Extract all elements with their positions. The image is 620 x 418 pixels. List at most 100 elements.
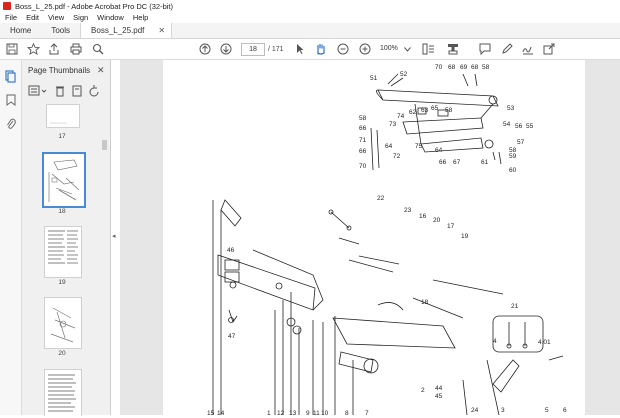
tab-document[interactable]: Boss_L_25.pdf ✕ [80,23,173,38]
panel-toolbar [28,84,108,98]
callout-57: 57 [517,139,525,146]
next-page-icon[interactable] [220,42,232,56]
thumbnail-label-17: 17 [58,133,66,140]
callout-62: 62 [409,109,417,116]
panel-scrollbar-thumb[interactable] [102,140,107,150]
thumbnail-label-20: 20 [58,350,66,357]
share-link-icon[interactable] [543,42,556,56]
thumbnail-page-21[interactable] [44,369,82,416]
callout-61: 61 [481,159,489,166]
menu-edit[interactable]: Edit [26,13,39,22]
callout-14: 14 [217,410,225,415]
select-cursor-icon[interactable] [295,42,305,56]
print-icon[interactable] [70,42,82,56]
callout-58b: 58 [359,115,367,122]
callout-1: 1 [267,410,271,415]
callout-4-01: 4.01 [538,339,551,346]
callout-20: 20 [433,217,441,224]
callout-18: 18 [421,299,429,306]
menu-sign[interactable]: Sign [73,13,88,22]
menu-help[interactable]: Help [133,13,148,22]
pdf-page: 70 68 69 68 58 51 52 53 58 66 71 66 70 7… [163,60,585,417]
save-icon[interactable] [6,42,18,56]
callout-74: 74 [397,113,405,120]
callout-73: 73 [389,121,397,128]
zoom-level-select[interactable]: 100% [380,43,412,54]
callout-69: 69 [460,64,468,71]
acrobat-app-icon [3,2,11,10]
callout-17: 17 [447,223,455,230]
callout-70b: 70 [359,163,367,170]
callout-58: 58 [482,64,490,71]
zoom-out-icon[interactable] [337,42,349,56]
callout-66b: 66 [359,148,367,155]
callout-21: 21 [511,303,519,310]
callout-10: 10 [321,410,329,415]
callout-8: 8 [345,410,349,415]
sign-icon[interactable] [522,42,534,56]
callout-13: 13 [289,410,297,415]
find-icon[interactable] [92,42,104,56]
left-icon-rail [0,60,22,415]
thumbnail-page-18[interactable] [42,152,86,208]
callout-64: 64 [385,143,393,150]
collapse-panel-chevron-icon[interactable]: ◂ [112,232,116,240]
menu-view[interactable]: View [48,13,64,22]
toolbar [0,39,620,60]
callout-6: 6 [563,407,567,414]
callout-51: 51 [370,75,378,82]
callout-53: 53 [507,105,515,112]
callout-24: 24 [471,407,479,414]
callout-63: 63 [421,107,429,114]
callout-47: 47 [228,333,236,340]
page-total-label: / 171 [268,46,284,53]
callout-11: 11 [313,410,320,415]
callout-66c: 66 [439,159,447,166]
menu-bar: File Edit View Sign Window Help [0,12,620,23]
callout-67: 67 [453,159,461,166]
callout-58c: 58 [445,107,453,114]
callout-19: 19 [461,233,469,240]
callout-68b: 68 [471,64,479,71]
callout-4: 4 [493,338,497,345]
highlight-pen-icon[interactable] [501,42,513,56]
window-title: Boss_L_25.pdf - Adobe Acrobat Pro DC (32… [15,1,174,11]
document-viewer[interactable]: 70 68 69 68 58 51 52 53 58 66 71 66 70 7… [120,60,620,417]
share-icon[interactable] [48,42,60,56]
callout-55: 55 [526,123,534,130]
callout-16: 16 [419,213,427,220]
tab-home[interactable]: Home [0,23,41,38]
stamp-icon[interactable] [447,42,459,56]
attachment-icon[interactable] [4,116,17,129]
previous-page-icon[interactable] [199,42,211,56]
thumbnail-page-19[interactable] [44,226,82,278]
menu-file[interactable]: File [5,13,17,22]
page-number-input[interactable]: 18 [241,43,265,56]
zoom-in-icon[interactable] [359,42,371,56]
parts-diagram: 70 68 69 68 58 51 52 53 58 66 71 66 70 7… [207,64,567,417]
tab-bar: Home Tools Boss_L_25.pdf ✕ [0,23,620,39]
callout-72: 72 [393,153,401,160]
star-icon[interactable] [27,42,40,56]
callout-3: 3 [501,407,505,414]
callout-66: 66 [359,125,367,132]
page-thumbnails-panel: Page Thumbnails ✕ 17 18 19 20 [22,60,111,416]
callout-75: 75 [415,143,423,150]
callout-60: 60 [509,167,517,174]
tab-tools[interactable]: Tools [41,23,80,38]
tab-document-label: Boss_L_25.pdf [91,26,145,35]
page-thumbnails-icon[interactable] [4,70,17,83]
comment-icon[interactable] [479,42,491,56]
menu-window[interactable]: Window [97,13,124,22]
close-icon[interactable]: ✕ [158,26,165,35]
page-display-icon[interactable] [422,42,436,56]
thumbnail-page-17[interactable] [46,104,80,128]
thumbnail-page-20[interactable] [44,297,82,349]
bookmark-icon[interactable] [4,93,17,106]
callout-22: 22 [377,195,385,202]
thumbnail-label-19: 19 [58,279,66,286]
hand-tool-icon[interactable] [315,42,327,56]
callout-2: 2 [421,387,425,394]
panel-scrollbar[interactable] [102,75,107,413]
thumbnail-label-18: 18 [58,208,66,215]
